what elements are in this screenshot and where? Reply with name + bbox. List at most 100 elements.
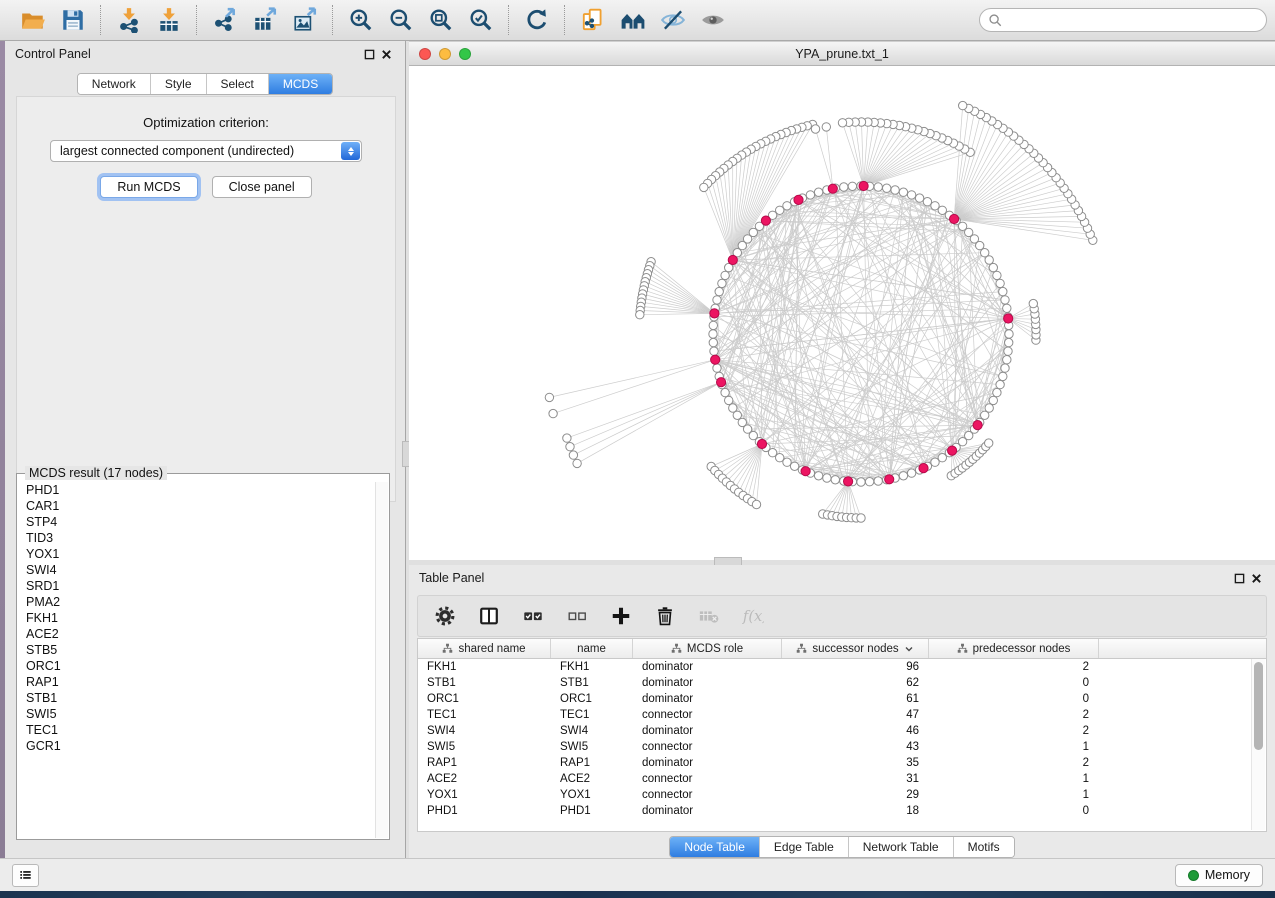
table-row[interactable]: SWI5SWI5connector431 bbox=[418, 739, 1266, 755]
optimization-criterion-label: Optimization criterion: bbox=[17, 115, 395, 130]
zoom-selected-icon bbox=[468, 7, 494, 33]
mcds-result-item[interactable]: RAP1 bbox=[18, 674, 375, 690]
mcds-result-item[interactable]: PHD1 bbox=[18, 482, 375, 498]
delete-column-button[interactable] bbox=[652, 603, 678, 629]
show-columns-button[interactable] bbox=[476, 603, 502, 629]
table-row[interactable]: SWI4SWI4dominator462 bbox=[418, 723, 1266, 739]
mcds-result-item[interactable]: TEC1 bbox=[18, 722, 375, 738]
mcds-result-item[interactable]: FKH1 bbox=[18, 610, 375, 626]
zoom-out-button[interactable] bbox=[386, 5, 416, 35]
table-header-row: shared namenameMCDS rolesuccessor nodesp… bbox=[418, 639, 1266, 659]
search-container bbox=[979, 8, 1267, 32]
column-header-MCDS-role[interactable]: MCDS role bbox=[633, 639, 782, 658]
close-panel-button[interactable] bbox=[1248, 573, 1265, 584]
function-builder-icon bbox=[742, 603, 764, 629]
table-row[interactable]: PHD1PHD1dominator180 bbox=[418, 803, 1266, 819]
select-all-button[interactable] bbox=[520, 603, 546, 629]
scrollbar-thumb[interactable] bbox=[1254, 662, 1263, 750]
tab-node-table[interactable]: Node Table bbox=[670, 837, 759, 857]
zoom-fit-button[interactable] bbox=[426, 5, 456, 35]
table-scrollbar[interactable] bbox=[1251, 659, 1265, 830]
float-panel-button[interactable] bbox=[1231, 573, 1248, 584]
network-window-title: YPA_prune.txt_1 bbox=[409, 47, 1275, 61]
tab-network-table[interactable]: Network Table bbox=[848, 837, 953, 857]
desktop-wallpaper-strip bbox=[0, 891, 1275, 898]
new-network-from-selection-button[interactable] bbox=[578, 5, 608, 35]
column-header-successor-nodes[interactable]: successor nodes bbox=[782, 639, 929, 658]
function-builder-button bbox=[740, 603, 766, 629]
tab-motifs[interactable]: Motifs bbox=[953, 837, 1014, 857]
float-window-icon bbox=[1234, 573, 1245, 584]
close-panel-button[interactable] bbox=[378, 49, 395, 60]
zoom-in-button[interactable] bbox=[346, 5, 376, 35]
table-row[interactable]: ORC1ORC1dominator610 bbox=[418, 691, 1266, 707]
mcds-result-item[interactable]: SRD1 bbox=[18, 578, 375, 594]
column-header-name[interactable]: name bbox=[551, 639, 633, 658]
shared-column-icon bbox=[957, 643, 968, 654]
mcds-result-item[interactable]: GCR1 bbox=[18, 738, 375, 754]
table-row[interactable]: STB1STB1dominator620 bbox=[418, 675, 1266, 691]
select-stepper-icon bbox=[341, 142, 360, 160]
mcds-result-item[interactable]: SWI5 bbox=[18, 706, 375, 722]
run-mcds-button[interactable]: Run MCDS bbox=[100, 176, 197, 198]
row-list-icon bbox=[19, 866, 32, 884]
tab-style[interactable]: Style bbox=[150, 74, 206, 94]
float-panel-button[interactable] bbox=[361, 49, 378, 60]
first-neighbors-button[interactable] bbox=[618, 5, 648, 35]
mcds-result-item[interactable]: SWI4 bbox=[18, 562, 375, 578]
float-window-icon bbox=[364, 49, 375, 60]
close-icon bbox=[381, 49, 392, 60]
select-all-icon bbox=[522, 603, 544, 629]
table-row[interactable]: FKH1FKH1dominator962 bbox=[418, 659, 1266, 675]
column-header-predecessor-nodes[interactable]: predecessor nodes bbox=[929, 639, 1099, 658]
deselect-all-button[interactable] bbox=[564, 603, 590, 629]
optimization-criterion-select[interactable]: largest connected component (undirected) bbox=[50, 140, 362, 162]
optimization-criterion-value: largest connected component (undirected) bbox=[60, 144, 294, 158]
refresh-button[interactable] bbox=[522, 5, 552, 35]
mcds-result-item[interactable]: STP4 bbox=[18, 514, 375, 530]
export-network-button[interactable] bbox=[210, 5, 240, 35]
open-session-icon bbox=[20, 7, 46, 33]
add-column-button[interactable] bbox=[608, 603, 634, 629]
table-row[interactable]: TEC1TEC1connector472 bbox=[418, 707, 1266, 723]
save-session-button[interactable] bbox=[58, 5, 88, 35]
task-history-button[interactable] bbox=[12, 864, 39, 887]
tab-select[interactable]: Select bbox=[206, 74, 268, 94]
mcds-result-item[interactable]: PMA2 bbox=[18, 594, 375, 610]
export-table-button[interactable] bbox=[250, 5, 280, 35]
mcds-result-item[interactable]: TID3 bbox=[18, 530, 375, 546]
mcds-result-item[interactable]: CAR1 bbox=[18, 498, 375, 514]
shared-column-icon bbox=[442, 643, 453, 654]
mcds-result-item[interactable]: STB5 bbox=[18, 642, 375, 658]
open-session-button[interactable] bbox=[18, 5, 48, 35]
show-all-button[interactable] bbox=[698, 5, 728, 35]
settings-gear-icon bbox=[434, 603, 456, 629]
mcds-result-item[interactable]: ACE2 bbox=[18, 626, 375, 642]
mcds-result-item[interactable]: YOX1 bbox=[18, 546, 375, 562]
delete-table-button bbox=[696, 603, 722, 629]
tab-edge-table[interactable]: Edge Table bbox=[759, 837, 848, 857]
import-network-button[interactable] bbox=[114, 5, 144, 35]
tab-mcds[interactable]: MCDS bbox=[268, 74, 332, 94]
close-mcds-panel-button[interactable]: Close panel bbox=[212, 176, 312, 198]
network-window-titlebar: YPA_prune.txt_1 bbox=[409, 41, 1275, 66]
memory-button[interactable]: Memory bbox=[1175, 864, 1263, 887]
mcds-result-item[interactable]: ORC1 bbox=[18, 658, 375, 674]
search-input[interactable] bbox=[979, 8, 1267, 32]
table-row[interactable]: RAP1RAP1dominator352 bbox=[418, 755, 1266, 771]
export-image-button[interactable] bbox=[290, 5, 320, 35]
mcds-result-item[interactable]: STB1 bbox=[18, 690, 375, 706]
zoom-selected-button[interactable] bbox=[466, 5, 496, 35]
network-canvas[interactable] bbox=[409, 66, 1275, 560]
table-row[interactable]: YOX1YOX1connector291 bbox=[418, 787, 1266, 803]
deselect-all-icon bbox=[566, 603, 588, 629]
new-network-from-selection-icon bbox=[580, 7, 606, 33]
table-row[interactable]: ACE2ACE2connector311 bbox=[418, 771, 1266, 787]
hide-selection-button[interactable] bbox=[658, 5, 688, 35]
tab-network[interactable]: Network bbox=[78, 74, 150, 94]
import-table-button[interactable] bbox=[154, 5, 184, 35]
mcds-list-scrollbar[interactable] bbox=[375, 482, 388, 838]
save-session-icon bbox=[60, 7, 86, 33]
column-header-shared-name[interactable]: shared name bbox=[418, 639, 551, 658]
settings-gear-button[interactable] bbox=[432, 603, 458, 629]
